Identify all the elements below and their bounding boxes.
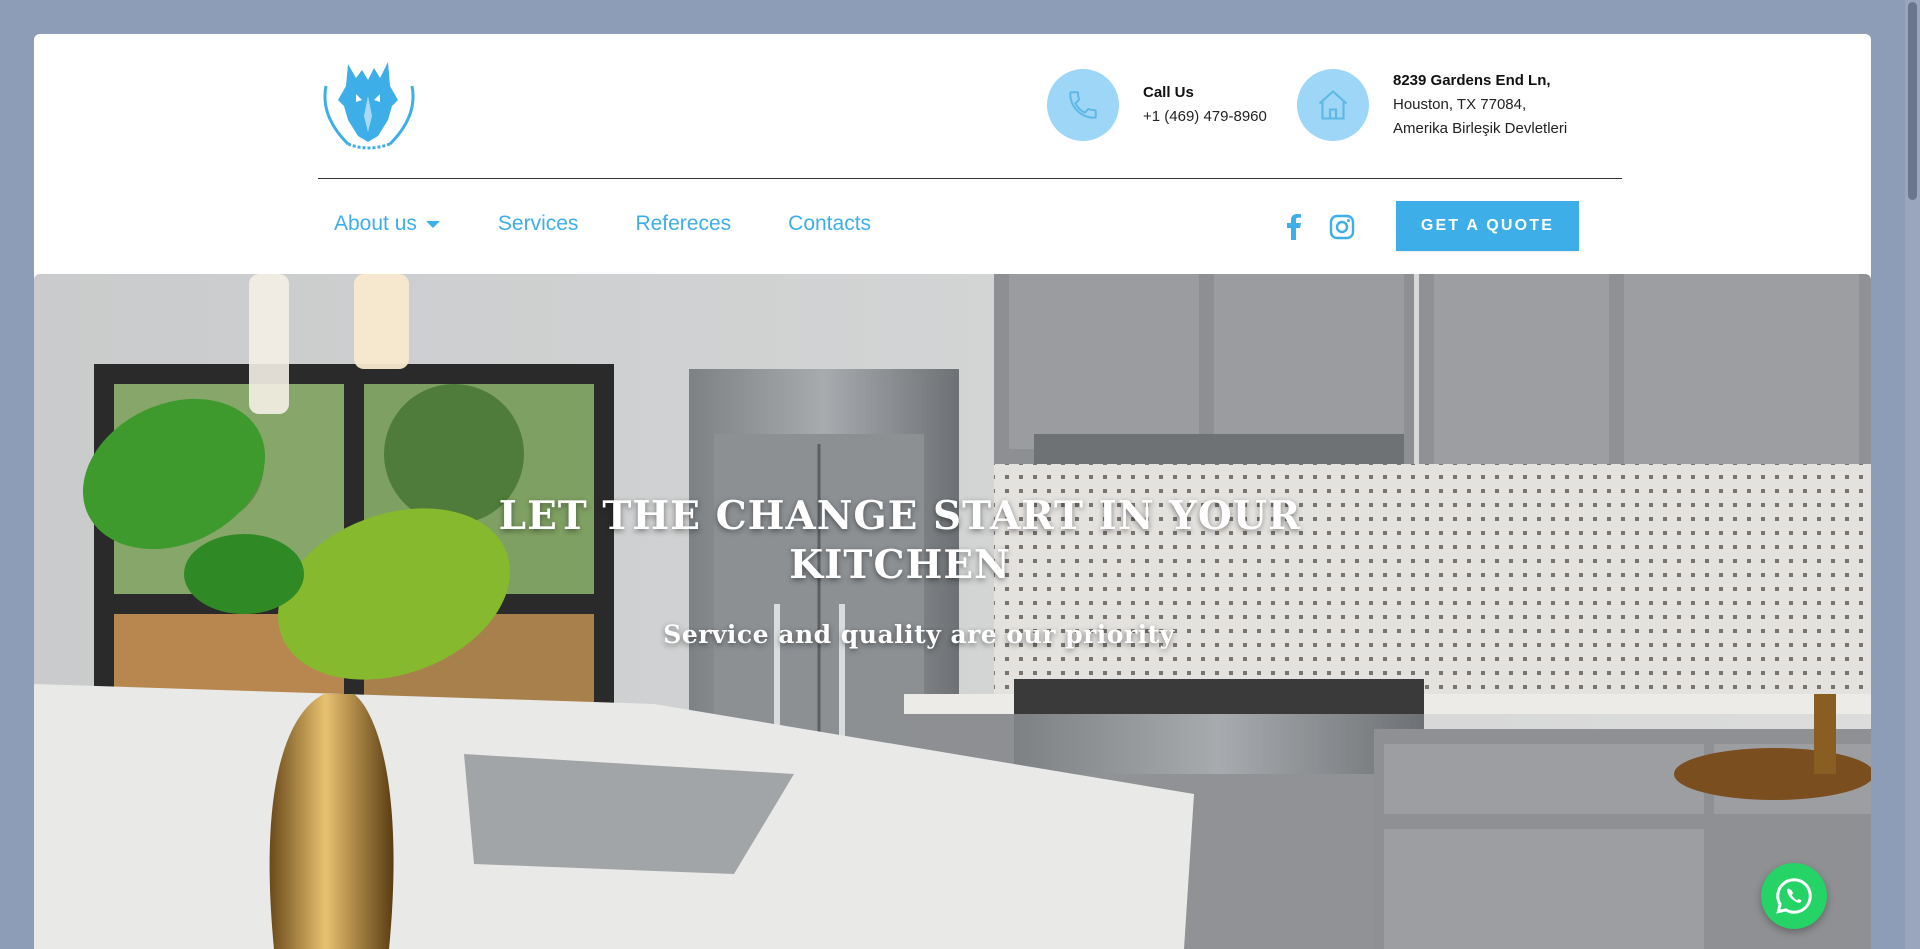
nav-item-label: About us [334,212,417,235]
whatsapp-chat-button[interactable] [1761,863,1827,929]
phone-number[interactable]: +1 (469) 479-8960 [1143,105,1267,129]
page-scrollbar[interactable] [1905,0,1920,949]
header-divider [318,178,1622,179]
address-line3: Amerika Birleşik Devletleri [1393,120,1568,137]
site-logo[interactable] [318,56,420,152]
main-nav: About us Services Refereces Contacts [334,212,928,236]
get-a-quote-button[interactable]: GET A QUOTE [1396,201,1579,251]
phone-icon[interactable] [1047,69,1119,141]
phone-contact: Call Us +1 (469) 479-8960 [1047,69,1267,141]
hero-title: LET THE CHANGE START IN YOUR KITCHEN [498,493,1302,588]
nav-item-refereces[interactable]: Refereces [635,212,731,236]
address-line2: Houston, TX 77084, [1393,96,1527,113]
facebook-icon[interactable] [1279,212,1309,242]
nav-item-label: Contacts [788,212,872,235]
instagram-icon[interactable] [1327,212,1357,242]
phone-label: Call Us [1143,84,1194,101]
nav-item-services[interactable]: Services [498,212,579,236]
home-icon [1297,69,1369,141]
whatsapp-icon [1776,878,1812,914]
address-line1: 8239 Gardens End Ln, [1393,72,1551,89]
address-contact: 8239 Gardens End Ln, Houston, TX 77084, … [1297,69,1567,141]
kitchen-background-image [34,274,1871,949]
nav-item-contacts[interactable]: Contacts [788,212,871,236]
nav-item-about-us[interactable]: About us [334,212,441,236]
page-container: Call Us +1 (469) 479-8960 8239 Gardens E… [34,34,1871,949]
wolf-logo-icon [323,62,415,150]
nav-item-label: Services [497,212,579,235]
site-header: Call Us +1 (469) 479-8960 8239 Gardens E… [34,34,1871,274]
chevron-down-icon [425,221,440,228]
nav-item-label: Refereces [635,212,732,235]
hero-subtitle: Service and quality are our priority [663,620,1175,649]
hero-banner: LET THE CHANGE START IN YOUR KITCHEN Ser… [34,274,1871,949]
scrollbar-thumb[interactable] [1908,2,1917,200]
